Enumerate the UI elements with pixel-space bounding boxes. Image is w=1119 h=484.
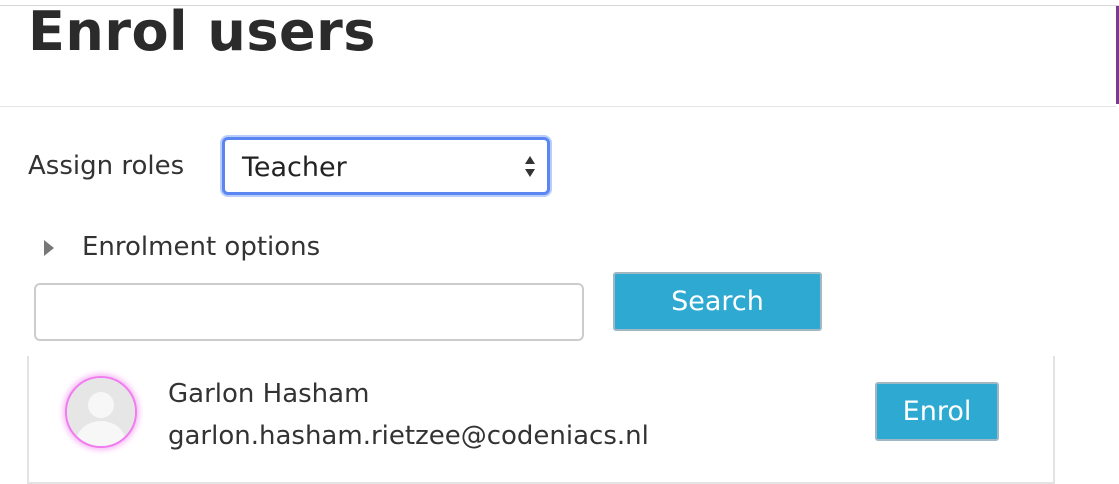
search-results-panel: Garlon Hasham garlon.hasham.rietzee@code… xyxy=(27,356,1055,484)
caret-right-icon xyxy=(44,240,54,256)
assign-roles-selected-value: Teacher xyxy=(242,152,347,183)
select-arrows-icon xyxy=(525,156,535,177)
enrol-button[interactable]: Enrol xyxy=(875,382,999,441)
assign-roles-label: Assign roles xyxy=(28,151,185,181)
enrolment-options-label: Enrolment options xyxy=(82,232,321,262)
search-input[interactable] xyxy=(34,283,584,341)
enrol-users-dialog: Enrol users Assign roles Teacher Enrolme… xyxy=(0,0,1119,484)
user-name: Garlon Hasham xyxy=(168,379,370,409)
assign-roles-select[interactable]: Teacher xyxy=(222,137,550,195)
header-divider xyxy=(0,106,1116,107)
search-button[interactable]: Search xyxy=(613,272,822,331)
dialog-title: Enrol users xyxy=(28,0,376,63)
user-result-row: Garlon Hasham garlon.hasham.rietzee@code… xyxy=(29,356,1053,482)
user-email: garlon.hasham.rietzee@codeniacs.nl xyxy=(168,421,649,451)
default-user-avatar-icon xyxy=(65,376,137,448)
user-silhouette-icon xyxy=(67,378,135,446)
